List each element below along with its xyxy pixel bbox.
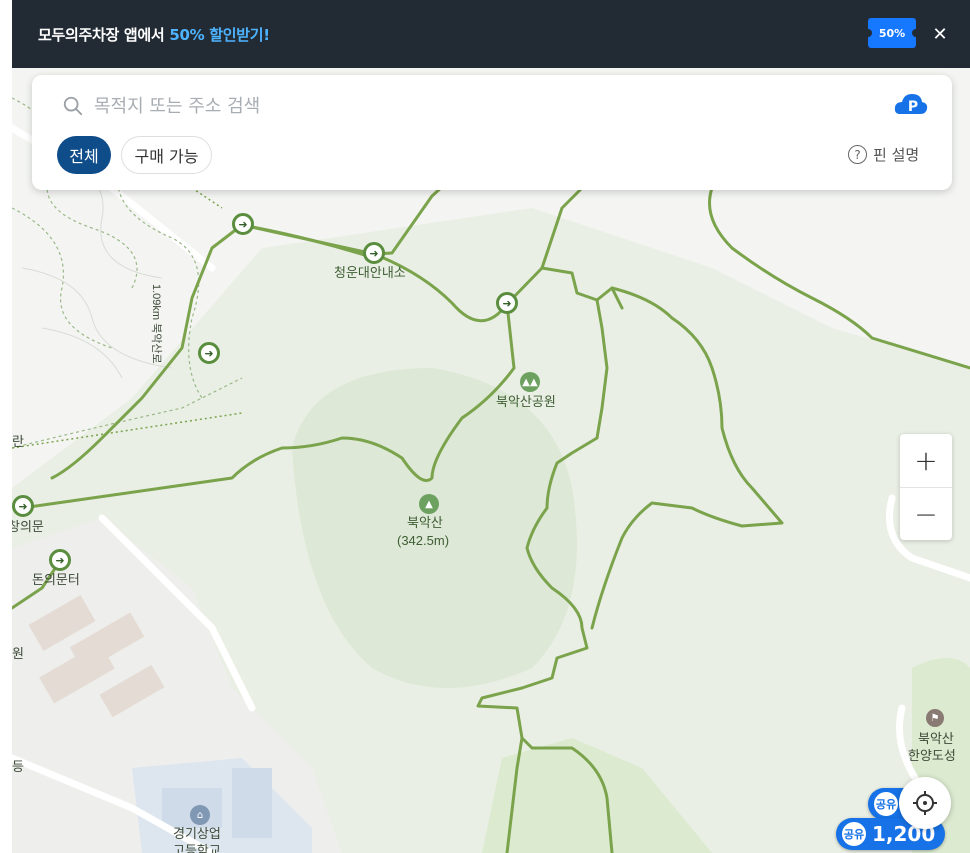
park-icon[interactable]: ▲▲ — [520, 372, 540, 392]
locate-button[interactable] — [899, 777, 951, 829]
parking-cloud-logo[interactable]: P — [894, 90, 928, 118]
map-label-peak-height: (342.5m) — [397, 533, 450, 548]
landmark-flag-icon[interactable]: ⚑ — [926, 709, 944, 727]
promo-text: 모두의주차장 앱에서 50% 할인받기! — [38, 24, 270, 45]
trail-gate-icon[interactable]: ➜ — [232, 213, 254, 235]
help-icon: ? — [848, 145, 867, 164]
zoom-out-button[interactable]: − — [900, 487, 952, 540]
trail-gate-icon[interactable]: ➜ — [363, 242, 385, 264]
discount-badge: 50% — [864, 18, 920, 48]
map-label-donuimunteo: 돈의문터 — [32, 572, 80, 587]
map-label-cheongun: 청운대안내소 — [334, 265, 406, 280]
map-label-trail-distance: 1.09km 북악산로 — [147, 284, 164, 364]
trail-gate-icon[interactable]: ➜ — [496, 292, 518, 314]
road-name: 북악산로 — [150, 323, 162, 364]
map-label-hanyang-1: 북악산 — [918, 731, 954, 746]
filter-chip-purchasable[interactable]: 구매 가능 — [121, 136, 212, 174]
map-label-edge: 란 — [12, 434, 24, 449]
search-input[interactable] — [94, 91, 854, 121]
map-label-park: 북악산공원 — [496, 394, 556, 409]
promo-text-prefix: 모두의주차장 앱에서 — [38, 26, 170, 44]
zoom-in-button[interactable]: + — [900, 434, 952, 487]
promo-text-accent: 50% 할인받기! — [169, 26, 270, 44]
close-icon[interactable]: ✕ — [930, 22, 950, 46]
trail-gate-icon[interactable]: ➜ — [49, 549, 71, 571]
map-label-won: 원 — [12, 646, 24, 661]
map-label-changuimun: 창의문 — [12, 519, 44, 534]
mountain-icon[interactable]: ▲ — [419, 494, 439, 514]
share-tag: 공유 — [872, 790, 900, 818]
map-label-edge-2: 등 — [12, 759, 24, 774]
trail-km: 1.09km — [150, 284, 162, 321]
pin-help-button[interactable]: ? 핀 설명 — [848, 144, 919, 165]
promo-banner[interactable]: 모두의주차장 앱에서 50% 할인받기! 50% ✕ — [12, 0, 970, 68]
school-icon[interactable]: ⌂ — [190, 805, 210, 825]
crosshair-icon — [913, 791, 937, 815]
map-label-school-2: 고등학교 — [173, 843, 221, 853]
zoom-controls: + − — [900, 434, 952, 540]
search-icon — [63, 96, 83, 116]
map-label-peak: 북악산 — [407, 515, 443, 530]
share-tag: 공유 — [840, 820, 868, 848]
map-label-hanyang-2: 한양도성 — [908, 748, 956, 763]
trail-gate-icon[interactable]: ➜ — [198, 342, 220, 364]
filter-chip-all[interactable]: 전체 — [57, 136, 111, 174]
app-root: 모두의주차장 앱에서 50% 할인받기! 50% ✕ ➜ ➜ ➜ ➜ ➜ ➜ 청… — [0, 0, 970, 853]
search-card: P 전체 구매 가능 ? 핀 설명 — [32, 75, 952, 190]
map-label-school-1: 경기상업 — [173, 826, 221, 841]
pin-help-label: 핀 설명 — [873, 146, 920, 164]
trail-gate-icon[interactable]: ➜ — [12, 495, 34, 517]
svg-text:P: P — [908, 99, 918, 115]
